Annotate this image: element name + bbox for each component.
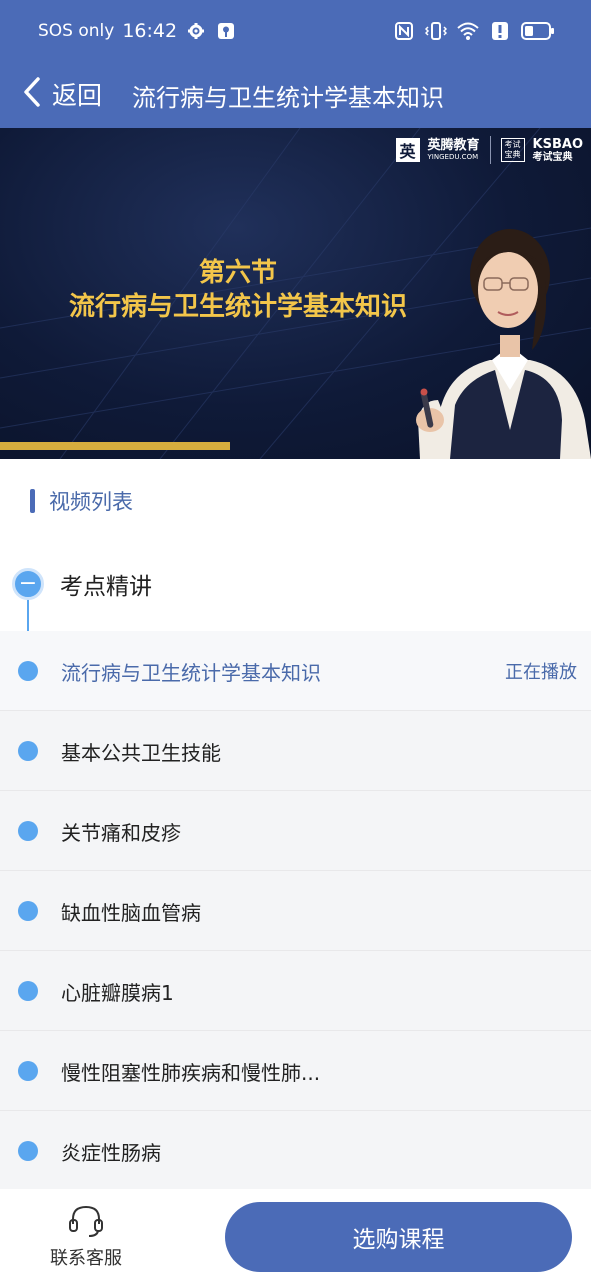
nav-bar: 返回 流行病与卫生统计学基本知识 [0, 66, 591, 128]
back-label: 返回 [52, 81, 103, 110]
alert-icon [489, 20, 511, 42]
timeline-dot-icon [18, 1061, 38, 1081]
status-bar: SOS only 16:42 [0, 0, 591, 66]
lesson-item[interactable]: 慢性阻塞性肺疾病和慢性肺... [0, 1031, 591, 1111]
section-title: 视频列表 [49, 490, 133, 514]
timeline-dot-icon [18, 821, 38, 841]
logo-divider [489, 136, 491, 164]
status-right [393, 20, 555, 42]
wifi-icon [457, 20, 479, 42]
brand-logos: 英 英腾教育 YINGEDU.COM 考试宝典 KSBAO 考试宝典 [395, 136, 583, 164]
ksbao-brand-cn: 考试宝典 [532, 151, 573, 163]
collapse-icon[interactable]: − [12, 568, 44, 600]
yingedu-logo-text: 英腾教育 YINGEDU.COM [427, 137, 480, 162]
gear-icon [185, 20, 207, 42]
location-icon [215, 20, 237, 42]
battery-icon [521, 20, 555, 42]
section-accent-bar [30, 489, 35, 513]
nfc-icon [393, 20, 415, 42]
chevron-left-icon [22, 76, 42, 112]
video-heading-topic: 流行病与卫生统计学基本知识 [68, 292, 407, 322]
timeline-dot-icon [18, 1141, 38, 1161]
timeline-dot-icon [18, 741, 38, 761]
carrier-text: SOS only [38, 21, 115, 41]
lesson-item[interactable]: 基本公共卫生技能 [0, 711, 591, 791]
chapter-group-header[interactable]: − 考点精讲 [12, 567, 152, 601]
lesson-item[interactable]: 关节痛和皮疹 [0, 791, 591, 871]
headset-icon [67, 1205, 105, 1242]
lesson-list: 流行病与卫生统计学基本知识 正在播放 基本公共卫生技能 关节痛和皮疹 缺血性脑血… [0, 631, 591, 1191]
yingedu-logo-icon: 英 [395, 138, 420, 162]
now-playing-badge: 正在播放 [505, 662, 577, 683]
lesson-title: 慢性阻塞性肺疾病和慢性肺... [61, 1061, 321, 1085]
video-player[interactable]: 英 英腾教育 YINGEDU.COM 考试宝典 KSBAO 考试宝典 第六节 流… [0, 128, 591, 459]
customer-service-button[interactable]: 联系客服 [46, 1204, 126, 1270]
timeline-dot-icon [18, 981, 38, 1001]
timeline-dot-icon [18, 661, 38, 681]
header: SOS only 16:42 返回 流行病与卫生统计学基本知识 [0, 0, 591, 128]
lesson-item[interactable]: 心脏瓣膜病1 [0, 951, 591, 1031]
chapter-title: 考点精讲 [60, 574, 152, 600]
lesson-item[interactable]: 缺血性脑血管病 [0, 871, 591, 951]
lesson-title: 关节痛和皮疹 [61, 821, 181, 845]
lesson-title: 流行病与卫生统计学基本知识 [61, 661, 321, 685]
clock: 16:42 [122, 20, 178, 42]
page-title: 流行病与卫生统计学基本知识 [132, 84, 444, 112]
video-heading-section: 第六节 [198, 258, 277, 288]
buy-course-button[interactable]: 选购课程 [225, 1202, 572, 1272]
video-heading: 第六节 流行病与卫生统计学基本知识 [48, 256, 428, 324]
yingedu-brand: 英腾教育 [427, 137, 480, 153]
video-accent-bar [0, 442, 230, 450]
ksbao-logo-text: KSBAO 考试宝典 [532, 136, 583, 163]
back-button[interactable]: 返回 [22, 76, 102, 112]
video-list: 视频列表 − 考点精讲 流行病与卫生统计学基本知识 正在播放 基本公共卫生技能 … [0, 459, 591, 1191]
lesson-item[interactable]: 流行病与卫生统计学基本知识 正在播放 [0, 631, 591, 711]
timeline-dot-icon [18, 901, 38, 921]
lesson-title: 基本公共卫生技能 [61, 741, 221, 765]
bottom-bar: 联系客服 选购课程 [0, 1189, 591, 1280]
ksbao-brand-en: KSBAO [532, 136, 583, 152]
screen: SOS only 16:42 返回 流行病与卫生统计学基本知识 英 英腾教育 Y… [0, 0, 591, 1280]
customer-service-label: 联系客服 [50, 1248, 122, 1269]
presenter-image [416, 229, 591, 459]
vibrate-icon [425, 20, 447, 42]
ksbao-logo-icon: 考试宝典 [500, 138, 525, 162]
status-left: SOS only 16:42 [38, 20, 237, 42]
yingedu-url: YINGEDU.COM [427, 152, 479, 161]
section-header: 视频列表 [30, 486, 133, 516]
lesson-item[interactable]: 炎症性肠病 [0, 1111, 591, 1191]
lesson-title: 缺血性脑血管病 [61, 901, 201, 925]
lesson-title: 心脏瓣膜病1 [61, 981, 174, 1005]
lesson-title: 炎症性肠病 [61, 1141, 161, 1165]
